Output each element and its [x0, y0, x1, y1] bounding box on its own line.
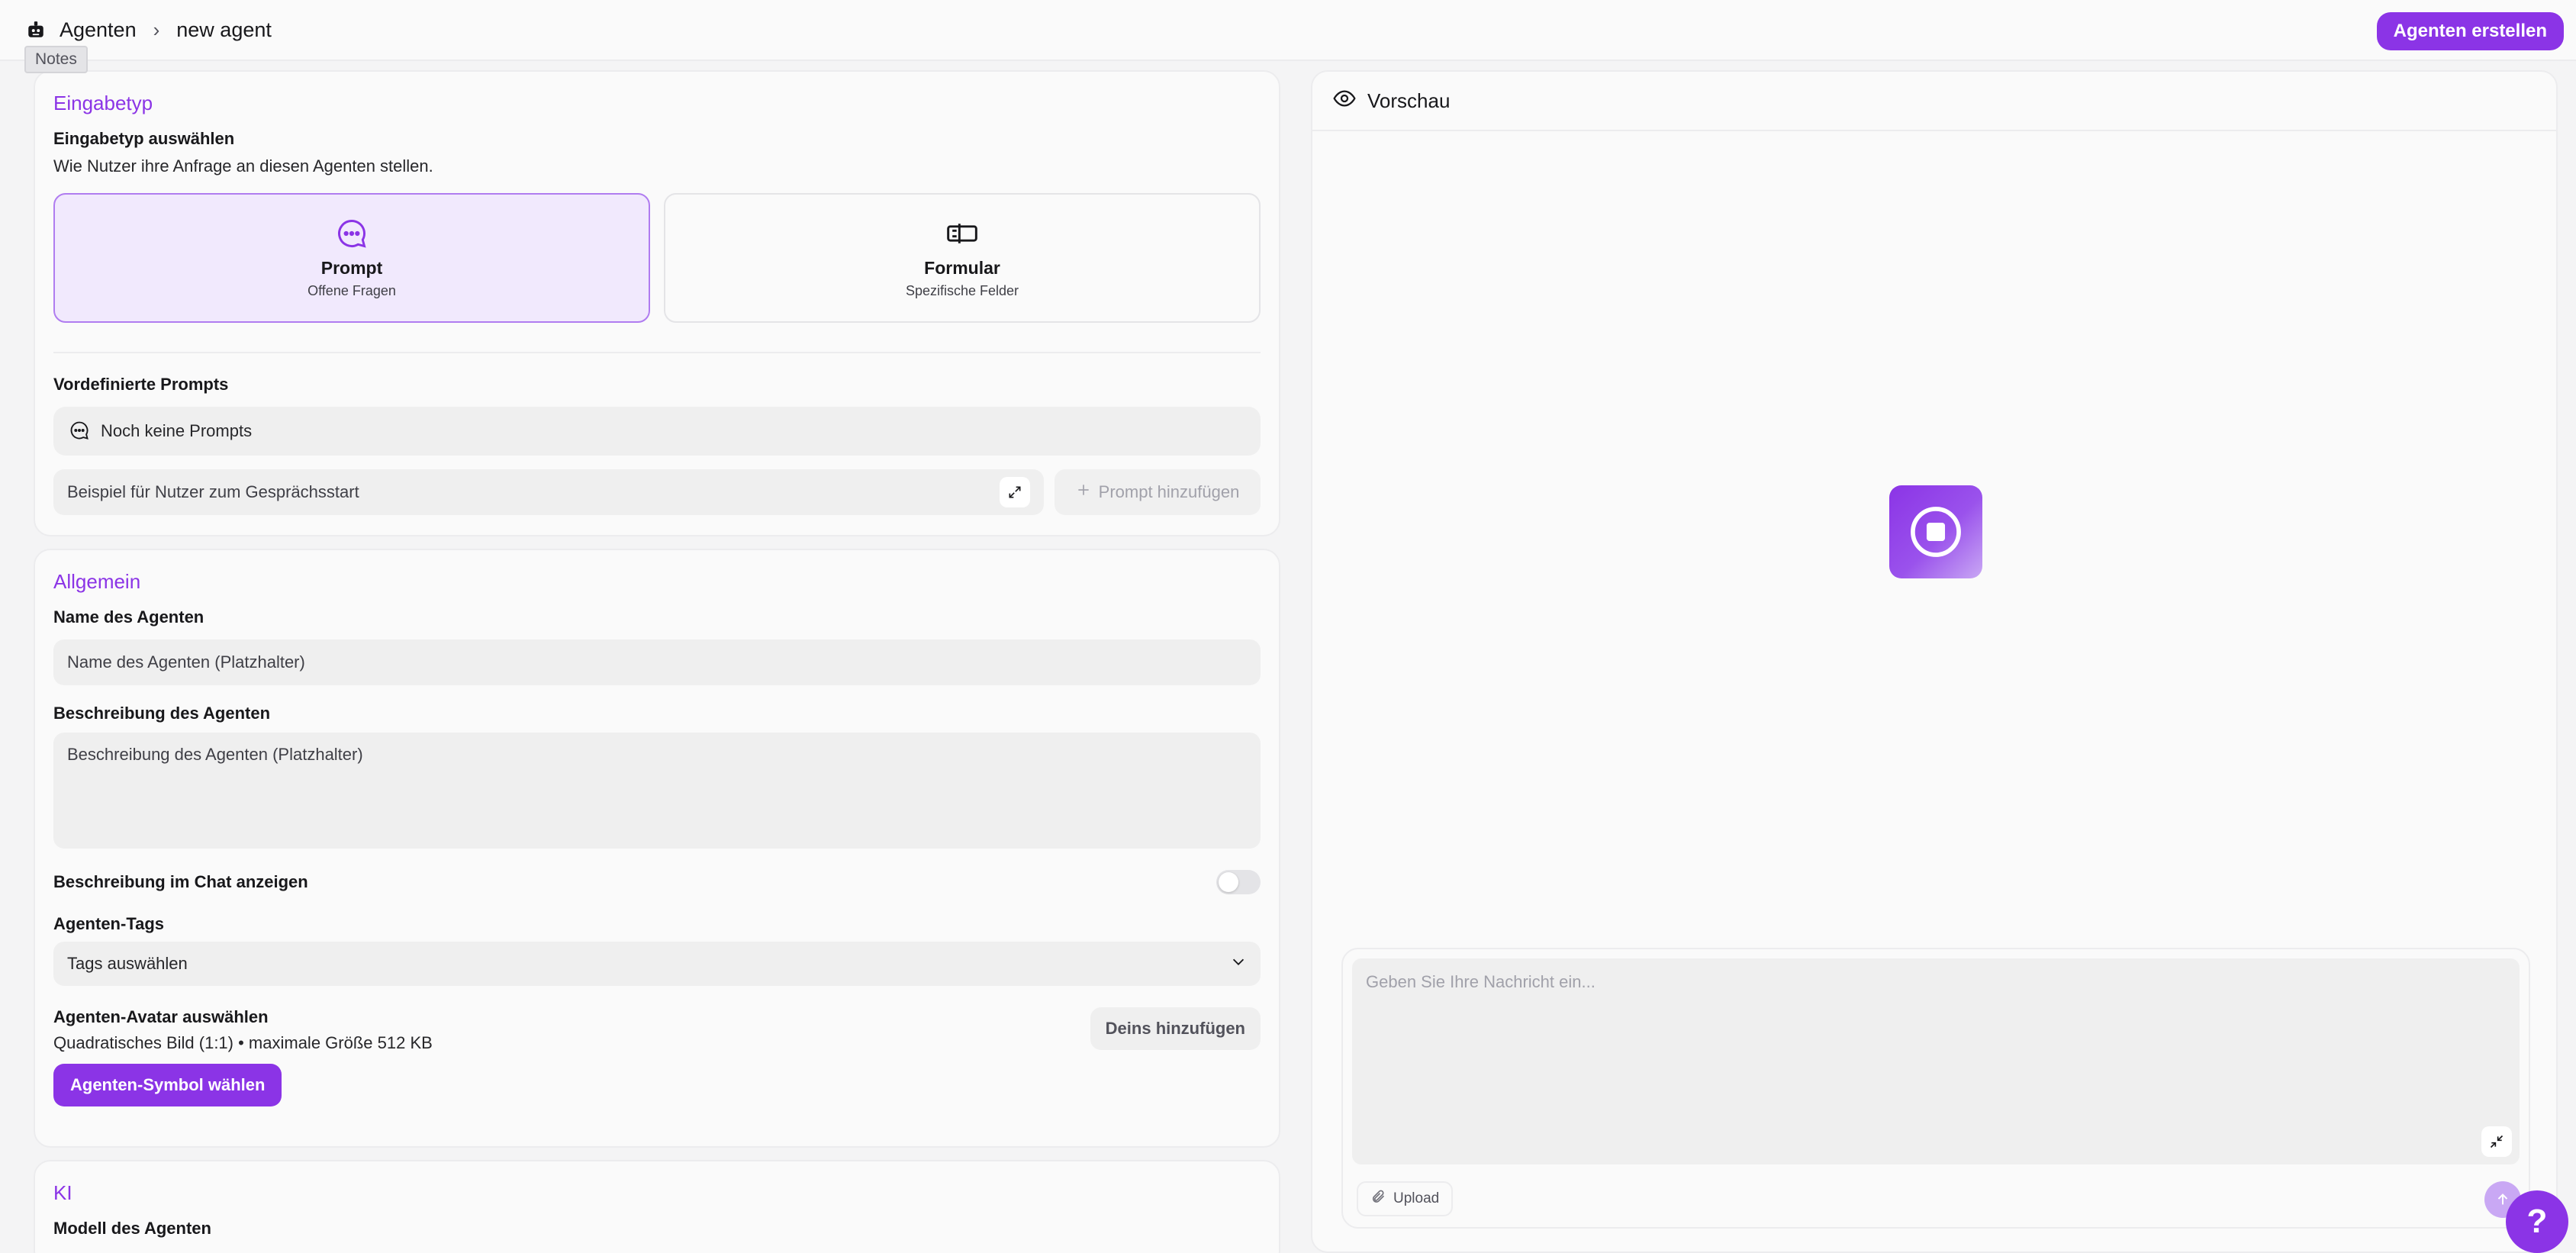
add-own-avatar-button[interactable]: Deins hinzufügen [1090, 1007, 1261, 1050]
collapse-icon[interactable] [2481, 1126, 2512, 1157]
prompts-empty-text: Noch keine Prompts [101, 421, 253, 440]
app-root: Agenten › new agent Agenten erstellen No… [0, 0, 2576, 1253]
create-agent-button[interactable]: Agenten erstellen [2376, 12, 2564, 50]
input-type-label: Eingabetyp auswählen [53, 129, 235, 148]
prompt-input-row: Beispiel für Nutzer zum Gesprächsstart P… [53, 469, 1261, 515]
input-type-form-option[interactable]: Formular Spezifische Felder [664, 193, 1261, 323]
preview-panel: Vorschau Geben Sie Ihre Nachricht ein...… [1311, 70, 2558, 1253]
show-description-label: Beschreibung im Chat anzeigen [53, 872, 308, 891]
option-subtitle: Offene Fragen [308, 283, 396, 298]
agent-model-label: Modell des Agenten [53, 1219, 211, 1238]
predefined-prompts-label: Vordefinierte Prompts [53, 375, 229, 394]
agent-tags-placeholder: Tags auswählen [67, 954, 188, 973]
agent-description-placeholder: Beschreibung des Agenten (Platzhalter) [67, 745, 363, 764]
show-description-toggle[interactable] [1216, 870, 1261, 894]
agent-bot-icon [24, 18, 47, 41]
chevron-right-icon: › [153, 18, 160, 41]
input-type-card: Eingabetyp Eingabetyp auswählen Wie Nutz… [34, 70, 1280, 536]
chevron-down-icon [1230, 953, 1247, 974]
upload-label: Upload [1393, 1190, 1440, 1206]
agent-description-textarea[interactable]: Beschreibung des Agenten (Platzhalter) [53, 733, 1261, 849]
breadcrumb-agents-link[interactable]: Agenten [60, 18, 137, 42]
show-description-row: Beschreibung im Chat anzeigen [53, 870, 1261, 894]
section-title-general: Allgemein [53, 570, 141, 593]
form-icon [945, 217, 979, 250]
message-placeholder: Geben Sie Ihre Nachricht ein... [1366, 972, 1596, 991]
chat-bubble-icon [335, 217, 369, 250]
message-input[interactable]: Geben Sie Ihre Nachricht ein... [1352, 958, 2520, 1164]
plus-icon [1076, 482, 1091, 502]
agent-form: Eingabetyp Eingabetyp auswählen Wie Nutz… [34, 70, 1280, 1253]
add-prompt-label: Prompt hinzufügen [1098, 482, 1240, 501]
notes-tooltip: Notes [24, 46, 88, 73]
preview-title: Vorschau [1367, 89, 1451, 112]
expand-icon[interactable] [1000, 477, 1030, 507]
avatar-hint: Quadratisches Bild (1:1) • maximale Größ… [53, 1033, 433, 1052]
agent-tags-label: Agenten-Tags [53, 914, 165, 933]
upload-button[interactable]: Upload [1357, 1181, 1454, 1216]
agent-name-label: Name des Agenten [53, 607, 204, 626]
toggle-knob [1219, 872, 1238, 892]
avatar-info: Agenten-Avatar auswählen Quadratisches B… [53, 1007, 433, 1053]
general-card: Allgemein Name des Agenten Name des Agen… [34, 549, 1280, 1148]
option-subtitle: Spezifische Felder [905, 283, 1019, 298]
example-prompt-placeholder: Beispiel für Nutzer zum Gesprächsstart [67, 482, 359, 501]
agent-logo-icon [1889, 485, 1982, 578]
option-title: Prompt [320, 258, 383, 278]
divider [53, 352, 1261, 353]
prompts-empty-state: Noch keine Prompts [53, 407, 1261, 456]
example-prompt-input[interactable]: Beispiel für Nutzer zum Gesprächsstart [53, 469, 1044, 515]
chat-bubble-icon [69, 420, 92, 443]
add-prompt-button[interactable]: Prompt hinzufügen [1055, 469, 1261, 515]
option-title: Formular [924, 258, 1000, 278]
preview-header: Vorschau [1312, 72, 2556, 131]
input-type-description: Wie Nutzer ihre Anfrage an diesen Agente… [53, 156, 433, 176]
agent-description-label: Beschreibung des Agenten [53, 704, 271, 723]
top-bar: Agenten › new agent Agenten erstellen [0, 0, 2576, 61]
eye-icon [1332, 86, 1357, 116]
section-title-input-type: Eingabetyp [53, 92, 153, 114]
agent-tags-select[interactable]: Tags auswählen [53, 942, 1261, 986]
ai-card: KI Modell des Agenten [34, 1160, 1280, 1253]
agent-name-placeholder: Name des Agenten (Platzhalter) [67, 652, 305, 672]
input-type-prompt-option[interactable]: Prompt Offene Fragen [53, 193, 650, 323]
agent-name-input[interactable]: Name des Agenten (Platzhalter) [53, 639, 1261, 685]
choose-agent-symbol-button[interactable]: Agenten-Symbol wählen [53, 1064, 282, 1106]
message-composer: Geben Sie Ihre Nachricht ein... Upload [1341, 948, 2530, 1229]
help-button[interactable]: ? [2506, 1190, 2568, 1253]
avatar-label: Agenten-Avatar auswählen [53, 1007, 269, 1026]
breadcrumb-current: new agent [176, 18, 272, 41]
paperclip-icon [1370, 1189, 1386, 1209]
section-title-ai: KI [53, 1181, 72, 1204]
input-type-options: Prompt Offene Fragen Formular Spezifisch… [53, 193, 1261, 323]
avatar-row: Agenten-Avatar auswählen Quadratisches B… [53, 1007, 1261, 1053]
breadcrumb: Agenten › new agent [24, 18, 272, 42]
